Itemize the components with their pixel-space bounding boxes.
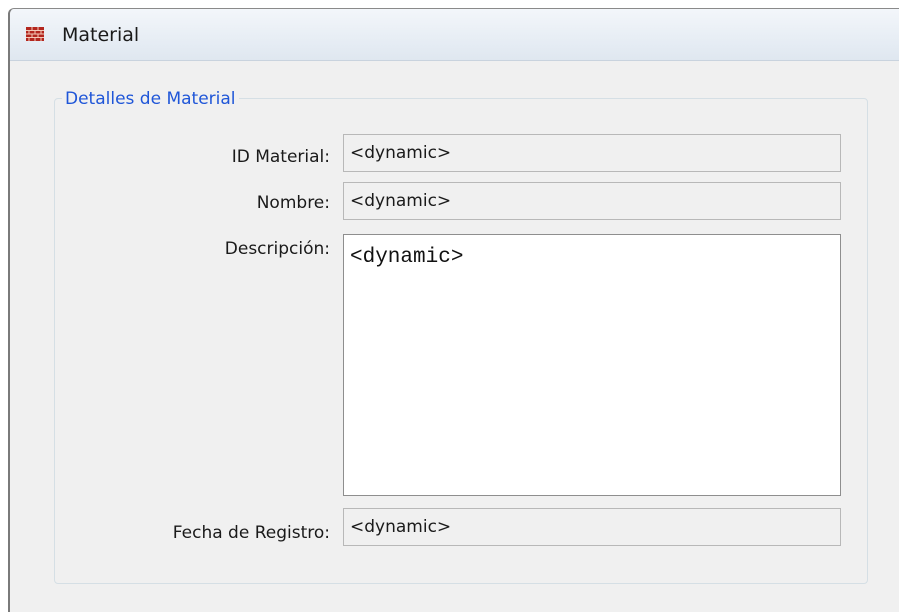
- nombre-field[interactable]: <dynamic>: [343, 182, 841, 220]
- fecha-registro-label: Fecha de Registro:: [172, 523, 330, 543]
- id-material-label: ID Material:: [231, 147, 330, 167]
- window-title: Material: [62, 24, 140, 46]
- material-window: Material Detalles de Material ID Materia…: [8, 8, 899, 612]
- brick-wall-icon: [26, 27, 44, 41]
- descripcion-label: Descripción:: [224, 239, 330, 259]
- nombre-label: Nombre:: [256, 193, 330, 213]
- group-legend: Detalles de Material: [62, 88, 239, 110]
- id-material-field[interactable]: <dynamic>: [343, 134, 841, 172]
- title-bar[interactable]: Material: [10, 9, 899, 61]
- descripcion-textarea[interactable]: <dynamic>: [343, 234, 841, 496]
- fecha-registro-field[interactable]: <dynamic>: [343, 508, 841, 546]
